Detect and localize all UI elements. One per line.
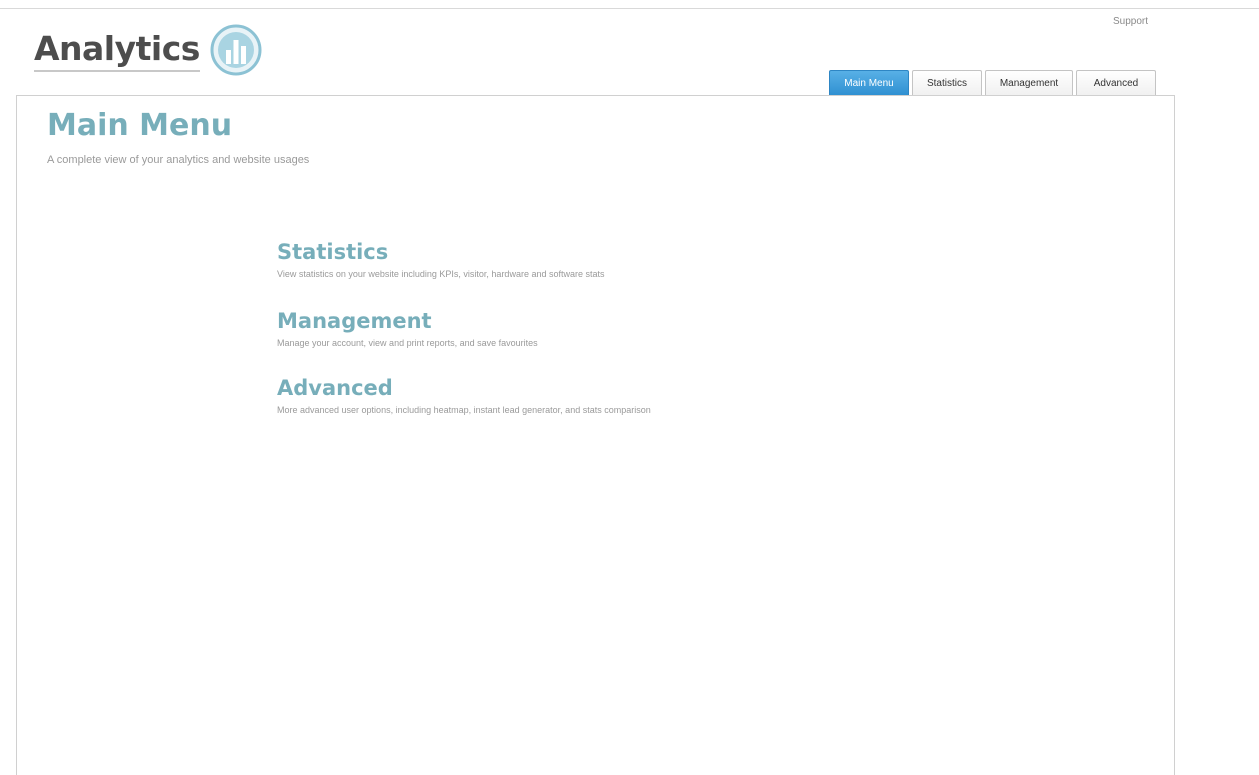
analytics-logo-icon bbox=[210, 24, 262, 76]
tab-management[interactable]: Management bbox=[985, 70, 1073, 96]
advanced-link[interactable]: Advanced bbox=[277, 375, 651, 401]
content-panel bbox=[16, 95, 1175, 775]
management-link[interactable]: Management bbox=[277, 308, 538, 334]
management-description: Manage your account, view and print repo… bbox=[277, 338, 538, 348]
tab-main-menu[interactable]: Main Menu bbox=[829, 70, 909, 96]
advanced-description: More advanced user options, including he… bbox=[277, 405, 651, 415]
page-subtitle: A complete view of your analytics and we… bbox=[47, 154, 310, 166]
menu-section-management: Management Manage your account, view and… bbox=[277, 308, 538, 348]
logo-text: Analytics bbox=[34, 28, 200, 72]
tab-advanced[interactable]: Advanced bbox=[1076, 70, 1156, 96]
menu-section-statistics: Statistics View statistics on your websi… bbox=[277, 239, 605, 279]
menu-section-advanced: Advanced More advanced user options, inc… bbox=[277, 375, 651, 415]
top-divider bbox=[0, 8, 1259, 9]
support-link[interactable]: Support bbox=[1113, 16, 1148, 27]
statistics-description: View statistics on your website includin… bbox=[277, 269, 605, 279]
main-tabs: Main Menu Statistics Management Advanced bbox=[829, 70, 1156, 96]
statistics-link[interactable]: Statistics bbox=[277, 239, 605, 265]
tab-statistics[interactable]: Statistics bbox=[912, 70, 982, 96]
page-title: Main Menu bbox=[47, 108, 233, 143]
app-logo[interactable]: Analytics bbox=[34, 24, 262, 76]
